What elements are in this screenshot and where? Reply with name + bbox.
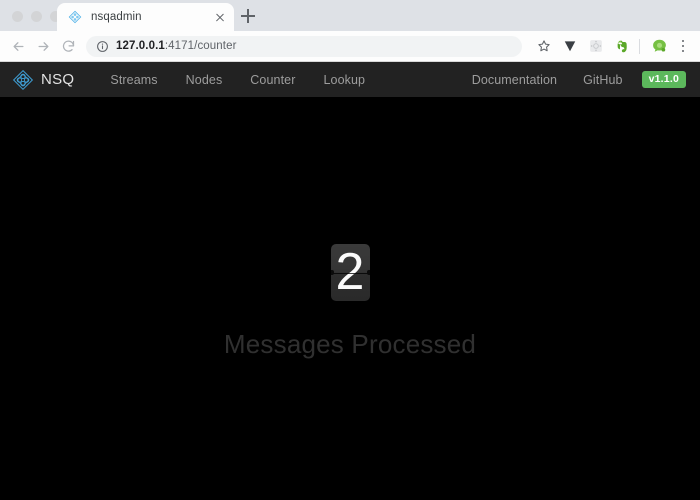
flip-hinge-left	[330, 270, 334, 275]
forward-arrow-icon[interactable]	[31, 34, 56, 59]
back-arrow-icon[interactable]	[6, 34, 31, 59]
toolbar-divider	[639, 38, 640, 54]
nsq-nav-links: Streams Nodes Counter Lookup	[96, 73, 379, 87]
window-minimize-button[interactable]	[31, 11, 42, 22]
nsq-nav-right: Documentation GitHub v1.1.0	[459, 71, 686, 88]
nav-item-nodes[interactable]: Nodes	[172, 73, 237, 87]
browser-menu-icon[interactable]	[674, 34, 692, 58]
window-close-button[interactable]	[12, 11, 23, 22]
page-content: NSQ Streams Nodes Counter Lookup Documen…	[0, 62, 700, 500]
browser-window: nsqadmin 127.0.0.1:4171/counter NSQ Stre…	[0, 0, 700, 500]
nav-item-documentation[interactable]: Documentation	[459, 73, 570, 87]
nsq-brand[interactable]: NSQ	[12, 69, 74, 91]
address-path: :4171/counter	[164, 40, 237, 52]
reload-icon[interactable]	[56, 34, 81, 59]
counter-digit: 2	[330, 244, 370, 301]
tab-title: nsqadmin	[91, 11, 142, 23]
counter-panel: 2 Messages Processed	[0, 97, 700, 500]
address-bar-text: 127.0.0.1:4171/counter	[116, 40, 237, 52]
counter-digits: 2	[0, 244, 700, 301]
profile-avatar-icon[interactable]	[647, 34, 671, 58]
nsq-diamond-icon	[68, 10, 82, 24]
extension-gray-icon[interactable]	[584, 34, 608, 58]
info-circle-icon[interactable]	[96, 40, 109, 53]
browser-toolbar: 127.0.0.1:4171/counter	[0, 31, 700, 62]
address-host: 127.0.0.1	[116, 40, 165, 52]
tab-strip: nsqadmin	[0, 0, 700, 31]
window-controls	[12, 11, 61, 22]
nsq-navbar: NSQ Streams Nodes Counter Lookup Documen…	[0, 62, 700, 97]
nav-item-lookup[interactable]: Lookup	[309, 73, 379, 87]
flip-split-line	[330, 272, 370, 274]
evernote-icon[interactable]	[610, 34, 634, 58]
browser-tab-nsqadmin[interactable]: nsqadmin	[57, 3, 234, 31]
flip-hinge-right	[366, 270, 370, 275]
nav-item-streams[interactable]: Streams	[96, 73, 171, 87]
extension-v-icon[interactable]	[558, 34, 582, 58]
tab-close-icon[interactable]	[211, 8, 229, 26]
nsq-brand-label: NSQ	[41, 71, 75, 88]
nsq-logo-icon	[12, 69, 34, 90]
bookmark-star-icon[interactable]	[532, 34, 556, 58]
new-tab-button[interactable]	[238, 6, 258, 26]
version-badge: v1.1.0	[641, 71, 686, 88]
address-bar[interactable]: 127.0.0.1:4171/counter	[86, 35, 522, 57]
nav-item-counter[interactable]: Counter	[236, 73, 309, 87]
nav-item-github[interactable]: GitHub	[570, 73, 636, 87]
counter-label: Messages Processed	[223, 329, 477, 359]
